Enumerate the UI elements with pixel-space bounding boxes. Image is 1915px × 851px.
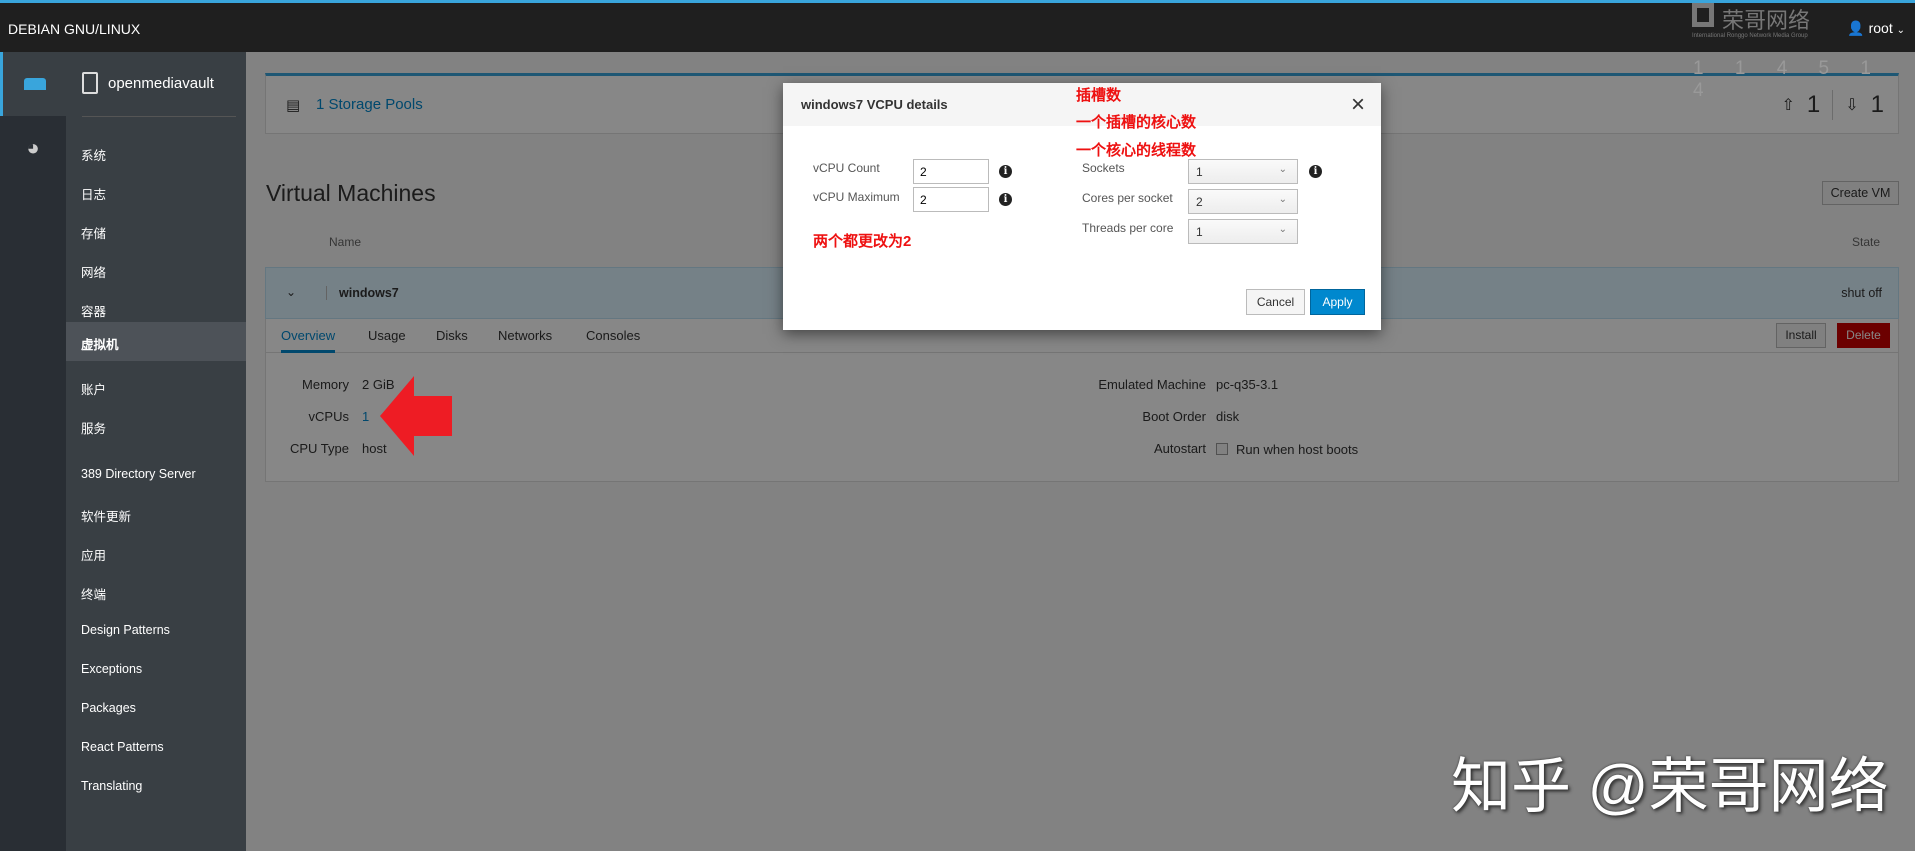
- info-icon[interactable]: i: [999, 165, 1012, 178]
- threads-per-core-select[interactable]: 1 ⌄: [1188, 219, 1298, 244]
- sidebar-item-terminal[interactable]: 终端: [66, 572, 246, 611]
- chevron-down-icon: ⌄: [1896, 25, 1905, 36]
- vcpu-count-label: vCPU Count: [813, 161, 880, 175]
- top-bar: DEBIAN GNU/LINUX 荣哥网络 International Rong…: [0, 0, 1915, 52]
- annotation-threads: 一个核心的线程数: [1076, 142, 1197, 159]
- info-icon[interactable]: i: [1309, 165, 1322, 178]
- sockets-label: Sockets: [1082, 161, 1125, 175]
- user-icon: 👤: [1847, 20, 1865, 36]
- sidebar-item-apps[interactable]: 应用: [66, 533, 246, 572]
- sidebar-item-services[interactable]: 服务: [66, 406, 246, 445]
- storage-icon[interactable]: [0, 52, 66, 116]
- chevron-down-icon: ⌄: [1278, 164, 1287, 175]
- sidebar-item-vms[interactable]: 虚拟机: [66, 322, 246, 361]
- close-icon[interactable]: ×: [1351, 91, 1365, 119]
- dashboard-icon[interactable]: ◕: [0, 116, 66, 180]
- cancel-button[interactable]: Cancel: [1246, 289, 1305, 315]
- sidebar-item-updates[interactable]: 软件更新: [66, 494, 246, 533]
- user-menu[interactable]: 👤 root ⌄: [1847, 20, 1905, 37]
- dialog-title: windows7 VCPU details: [801, 97, 948, 112]
- cores-per-socket-label: Cores per socket: [1082, 191, 1173, 205]
- annotation-cores: 一个插槽的核心数: [1076, 114, 1197, 131]
- sidebar-item-exceptions[interactable]: Exceptions: [66, 650, 246, 689]
- threads-per-core-label: Threads per core: [1082, 221, 1174, 235]
- sidebar-item-network[interactable]: 网络: [66, 250, 246, 289]
- sidebar-item-storage[interactable]: 存储: [66, 211, 246, 250]
- chevron-down-icon: ⌄: [1278, 224, 1287, 235]
- server-icon: [82, 72, 98, 94]
- sidebar-item-system[interactable]: 系统: [66, 133, 246, 172]
- watermark-logo: 荣哥网络: [1692, 3, 1810, 35]
- vcpu-maximum-input[interactable]: [913, 187, 989, 212]
- sidebar-item-design-patterns[interactable]: Design Patterns: [66, 611, 246, 650]
- divider: [82, 116, 236, 117]
- brand: DEBIAN GNU/LINUX: [8, 21, 141, 37]
- vcpu-count-input[interactable]: [913, 159, 989, 184]
- sidebar-item-logs[interactable]: 日志: [66, 172, 246, 211]
- red-arrow-annotation: [380, 376, 452, 456]
- sockets-select[interactable]: 1 ⌄: [1188, 159, 1298, 184]
- sidebar-item-packages[interactable]: Packages: [66, 689, 246, 728]
- watermark-subtitle: International Ronggo Network Media Group: [1692, 33, 1808, 39]
- sidebar: openmediavault 系统 日志 存储 网络 容器 虚拟机 账户 服务 …: [66, 52, 246, 851]
- annotation-change: 两个都更改为2: [813, 233, 912, 250]
- cores-per-socket-select[interactable]: 2 ⌄: [1188, 189, 1298, 214]
- annotation-sockets: 插槽数: [1076, 87, 1122, 104]
- sidebar-item-accounts[interactable]: 账户: [66, 367, 246, 406]
- host-switcher: ◕: [0, 52, 66, 851]
- apply-button[interactable]: Apply: [1310, 289, 1365, 315]
- info-icon[interactable]: i: [999, 193, 1012, 206]
- sidebar-item-react-patterns[interactable]: React Patterns: [66, 728, 246, 767]
- watermark: 知乎 @荣哥网络: [1451, 753, 1889, 820]
- chevron-down-icon: ⌄: [1278, 194, 1287, 205]
- sidebar-item-translating[interactable]: Translating: [66, 767, 246, 806]
- sidebar-item-389-directory[interactable]: 389 Directory Server: [66, 455, 246, 494]
- vcpu-maximum-label: vCPU Maximum: [813, 190, 900, 204]
- host-name[interactable]: openmediavault: [82, 72, 214, 94]
- watermark-numbers: 1 1 4 5 1 4: [1693, 58, 1884, 101]
